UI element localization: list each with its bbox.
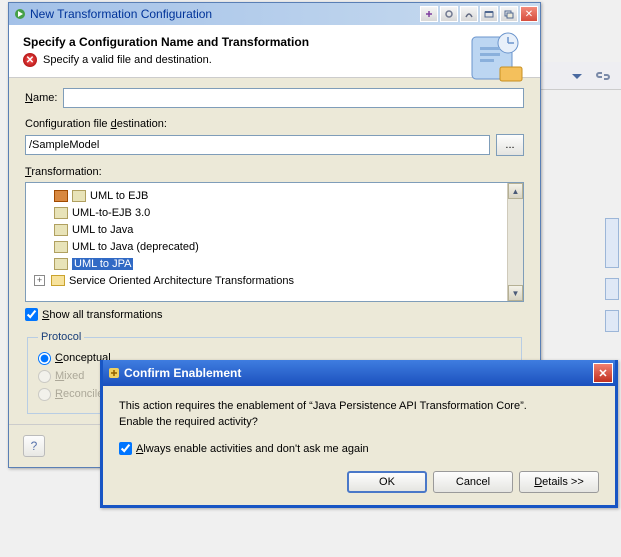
ok-button[interactable]: OK <box>347 471 427 493</box>
scroll-down-icon[interactable]: ▼ <box>508 285 523 301</box>
help-button[interactable]: ? <box>23 435 45 457</box>
bg-toolbar <box>536 62 621 90</box>
show-all-label: Show all transformations <box>42 309 162 321</box>
tree-item[interactable]: UML to EJB <box>54 187 521 204</box>
confirm-button-row: OK Cancel Details >> <box>119 471 599 493</box>
tb-icon-2[interactable] <box>440 6 458 22</box>
dropdown-icon <box>569 68 585 84</box>
scroll-up-icon[interactable]: ▲ <box>508 183 523 199</box>
details-button[interactable]: Details >> <box>519 471 599 493</box>
wizard-header: Specify a Configuration Name and Transfo… <box>9 25 540 78</box>
confirm-close-button[interactable]: ✕ <box>593 363 613 383</box>
tree-item[interactable]: UML to Java <box>54 221 521 238</box>
destination-input[interactable] <box>25 135 490 155</box>
radio-mixed-label: Mixed <box>55 370 84 382</box>
wizard-titlebar[interactable]: New Transformation Configuration ✕ <box>9 3 540 25</box>
wizard-title: New Transformation Configuration <box>30 7 420 21</box>
transform-icon <box>13 7 27 21</box>
name-input[interactable] <box>63 88 524 108</box>
folder-icon <box>51 275 65 286</box>
show-all-checkbox[interactable] <box>25 308 38 321</box>
transformation-tree[interactable]: UML to EJB UML-to-EJB 3.0 UML to Java UM… <box>25 182 524 302</box>
tree-group[interactable]: + Service Oriented Architecture Transfor… <box>34 272 521 289</box>
transform-node-icon <box>54 258 68 270</box>
transform-node-icon <box>54 207 68 219</box>
tree-item[interactable]: UML-to-EJB 3.0 <box>54 204 521 221</box>
tree-item[interactable]: UML to Java (deprecated) <box>54 238 521 255</box>
confirm-message-1: This action requires the enablement of “… <box>119 400 599 412</box>
tb-icon-3[interactable] <box>460 6 478 22</box>
always-enable-label: Always enable activities and don't ask m… <box>136 443 369 455</box>
confirm-body: This action requires the enablement of “… <box>103 386 615 505</box>
confirm-titlebar[interactable]: Confirm Enablement ✕ <box>103 360 615 386</box>
activity-icon <box>107 366 121 380</box>
protocol-legend: Protocol <box>38 331 84 343</box>
confirm-message-2: Enable the required activity? <box>119 416 599 428</box>
transform-node-icon <box>54 241 68 253</box>
link-icon <box>595 68 611 84</box>
wizard-header-image <box>466 31 530 85</box>
bg-frag-1 <box>605 218 619 268</box>
confirm-dialog: Confirm Enablement ✕ This action require… <box>100 360 618 508</box>
tree-scrollbar[interactable]: ▲ ▼ <box>507 183 523 301</box>
transform-node-icon <box>54 224 68 236</box>
radio-mixed-input <box>38 370 51 383</box>
browse-button[interactable]: ... <box>496 134 524 156</box>
dest-label: Configuration file destination: <box>25 118 524 130</box>
bg-frag-3 <box>605 310 619 332</box>
expand-icon[interactable]: + <box>34 275 45 286</box>
error-message: Specify a valid file and destination. <box>43 54 212 66</box>
bg-frag-2 <box>605 278 619 300</box>
tb-icon-4[interactable] <box>480 6 498 22</box>
wizard-close-button[interactable]: ✕ <box>520 6 538 22</box>
error-icon: ✕ <box>23 53 37 67</box>
confirm-cancel-button[interactable]: Cancel <box>433 471 513 493</box>
confirm-title: Confirm Enablement <box>124 366 593 380</box>
titlebar-button-group: ✕ <box>420 6 538 22</box>
radio-conceptual-input[interactable] <box>38 352 51 365</box>
transform-node-icon <box>72 190 86 202</box>
radio-reconciled-input <box>38 388 51 401</box>
tree-item-selected[interactable]: UML to JPA <box>54 255 521 272</box>
tb-icon-5[interactable] <box>500 6 518 22</box>
wizard-heading: Specify a Configuration Name and Transfo… <box>23 35 526 49</box>
name-label: Name: <box>25 92 57 104</box>
tb-icon-1[interactable] <box>420 6 438 22</box>
transformation-label: Transformation: <box>25 166 524 178</box>
always-enable-checkbox[interactable] <box>119 442 132 455</box>
transform-node-icon <box>54 190 68 202</box>
